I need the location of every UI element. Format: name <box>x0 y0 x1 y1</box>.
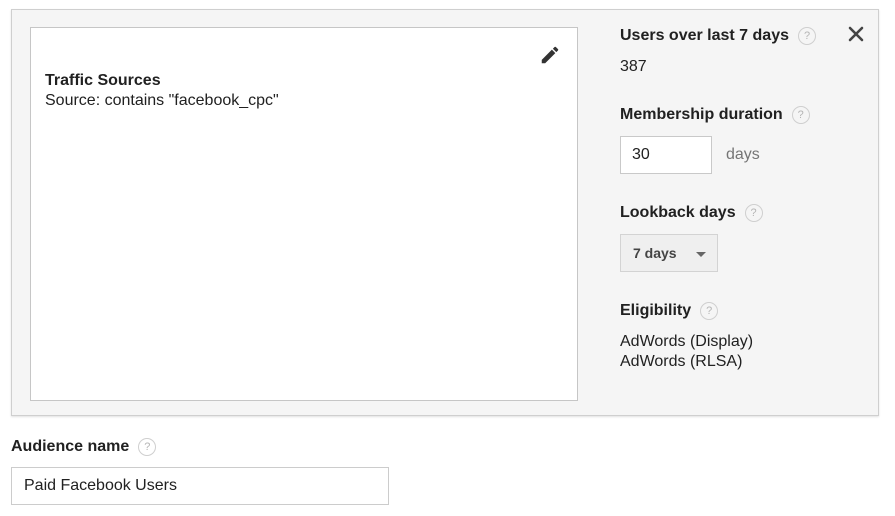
help-icon[interactable]: ? <box>744 204 763 222</box>
membership-duration-unit: days <box>726 146 760 163</box>
eligibility-label: Eligibility ? <box>620 302 719 320</box>
membership-duration-input[interactable] <box>620 136 712 174</box>
caret-down-icon <box>696 252 706 257</box>
condition-title: Traffic Sources <box>45 72 161 89</box>
audience-name-label-text: Audience name <box>11 438 130 455</box>
lookback-selected-value: 7 days <box>633 245 677 261</box>
membership-duration-label: Membership duration ? <box>620 106 810 124</box>
audience-settings-panel: Traffic Sources Source: contains "facebo… <box>11 9 879 416</box>
membership-label-text: Membership duration <box>620 106 783 123</box>
audience-name-label: Audience name ? <box>11 438 157 456</box>
help-icon[interactable]: ? <box>791 106 810 124</box>
users-value: 387 <box>620 58 647 75</box>
audience-name-input[interactable] <box>11 467 389 505</box>
audience-definition-box: Traffic Sources Source: contains "facebo… <box>30 27 578 401</box>
eligibility-label-text: Eligibility <box>620 302 692 319</box>
settings-sidebar: Users over last 7 days ? 387 Membership … <box>620 10 870 415</box>
lookback-label-text: Lookback days <box>620 204 736 221</box>
lookback-days-label: Lookback days ? <box>620 204 763 222</box>
users-label: Users over last 7 days ? <box>620 27 816 45</box>
condition-text: Source: contains "facebook_cpc" <box>45 92 279 109</box>
users-label-text: Users over last 7 days <box>620 27 789 44</box>
eligibility-item: AdWords (RLSA) <box>620 353 743 370</box>
lookback-days-dropdown[interactable]: 7 days <box>620 234 718 272</box>
help-icon[interactable]: ? <box>138 438 157 456</box>
help-icon[interactable]: ? <box>798 27 816 45</box>
help-icon[interactable]: ? <box>700 302 719 320</box>
pencil-icon[interactable] <box>539 44 561 66</box>
close-icon[interactable] <box>847 25 865 43</box>
eligibility-item: AdWords (Display) <box>620 333 754 350</box>
